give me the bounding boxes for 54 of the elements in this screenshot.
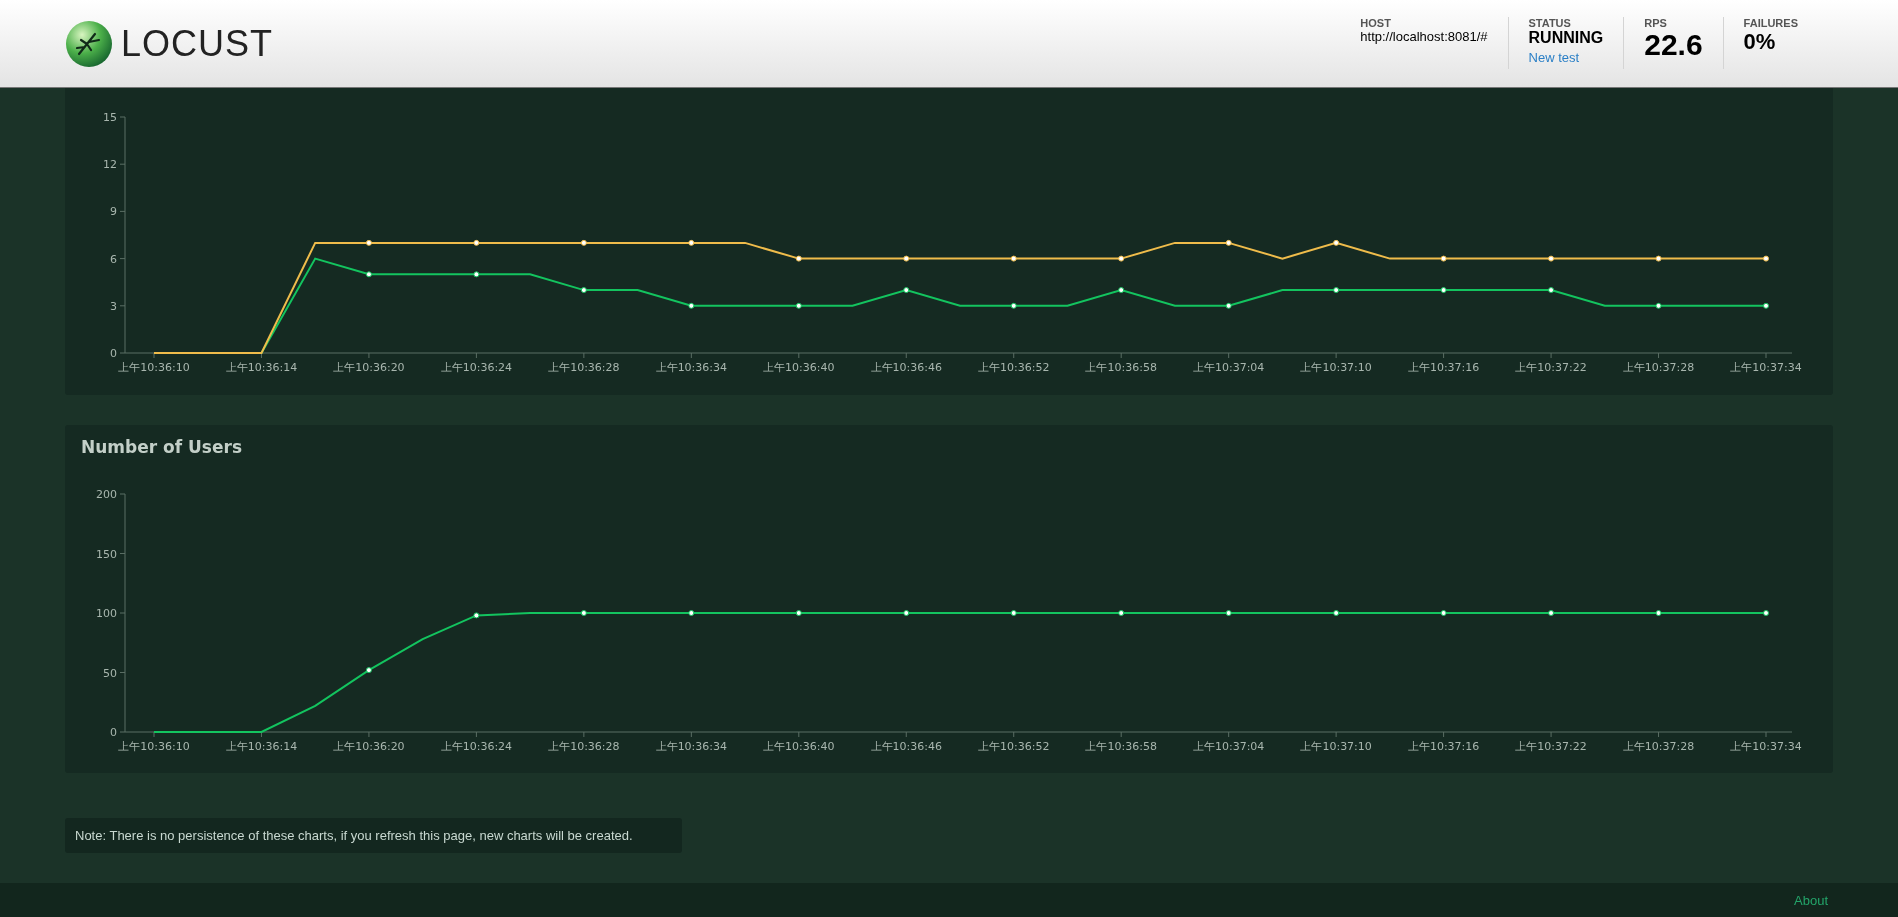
axis-label: 上午10:36:40 [763,740,835,753]
stat-value: http://localhost:8081/# [1360,29,1488,44]
axis-label: 上午10:36:58 [1085,740,1157,753]
axis-label: 100 [96,607,117,620]
stat-value: 22.6 [1644,29,1703,61]
axis-label: 上午10:36:46 [870,740,942,753]
chart-title: Number of Users [80,436,243,459]
axis-label: 上午10:37:04 [1192,361,1265,374]
axis-label: 上午10:36:10 [118,740,190,753]
stat-value: RUNNING [1528,29,1604,47]
stat-value: 0% [1743,29,1777,55]
axis-label: 上午10:36:24 [440,361,513,374]
axis-label: 上午10:36:58 [1085,361,1157,374]
axis-label: 上午10:36:10 [118,361,190,374]
axis-label: 3 [110,299,117,313]
axis-label: 200 [96,488,117,501]
axis-label: 150 [96,547,117,561]
axis-label: 上午10:37:28 [1622,361,1695,374]
axis-label: 上午10:36:46 [870,361,942,374]
axis-label: 上午10:37:34 [1730,740,1802,753]
note-text: Note: There is no persistence of these charts, if you refresh this page, new charts will be created. [65,818,682,853]
axis-label: 6 [110,252,117,266]
axis-label: 上午10:37:10 [1300,740,1372,753]
axis-label: 上午10:36:34 [655,740,728,753]
axis-label: 0 [110,726,117,739]
axis-label: 上午10:37:34 [1730,361,1802,374]
axis-label: 上午10:37:28 [1622,740,1695,753]
axis-label: 上午10:36:52 [978,740,1050,753]
axis-label: 上午10:37:22 [1515,740,1587,753]
axis-label: 上午10:36:14 [225,361,298,374]
axis-label: 50 [103,666,117,680]
axis-label: 上午10:36:14 [225,740,298,753]
axis-label: 上午10:37:04 [1192,740,1265,753]
brand-name: LOCUST [121,22,274,65]
axis-label: 上午10:36:24 [440,740,513,753]
stat-label: FAILURES [1743,17,1798,29]
axis-label: 上午10:36:34 [655,361,728,374]
axis-label: 上午10:36:20 [333,361,405,374]
axis-label: 上午10:37:10 [1300,361,1372,374]
axis-label: 9 [110,205,117,219]
axis-label: 上午10:36:28 [548,740,620,753]
axis-label: 0 [110,347,117,360]
axis-label: 12 [103,158,117,172]
axis-label: 上午10:36:20 [333,740,405,753]
axis-label: 上午10:36:28 [548,361,620,374]
axis-label: 上午10:36:40 [763,361,835,374]
axis-label: 上午10:37:16 [1407,740,1480,753]
axis-label: 15 [103,111,117,124]
stat-label: STATUS [1528,17,1572,29]
stat-label: RPS [1644,17,1668,29]
axis-label: 上午10:37:22 [1515,361,1587,374]
axis-label: 上午10:36:52 [978,361,1050,374]
stat-label: HOST [1360,17,1392,29]
axis-label: 上午10:37:16 [1407,361,1480,374]
